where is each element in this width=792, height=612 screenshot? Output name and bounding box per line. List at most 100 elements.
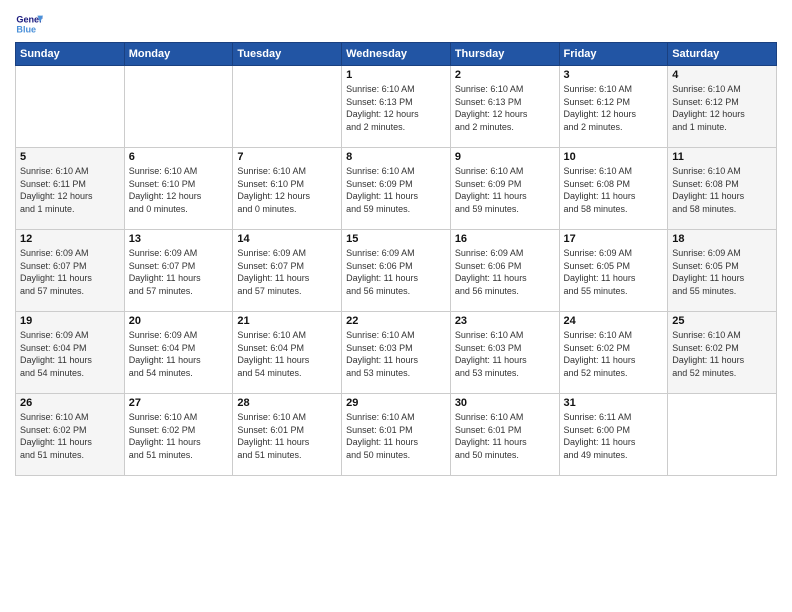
calendar-cell: 4 Sunrise: 6:10 AM Sunset: 6:12 PM Daylig… bbox=[668, 66, 777, 148]
day-number: 28 bbox=[237, 397, 337, 409]
calendar-cell: 9Sunrise: 6:10 AM Sunset: 6:09 PM Daylig… bbox=[450, 148, 559, 230]
calendar-cell: 30 Sunrise: 6:10 AM Sunset: 6:01 PM Dayli… bbox=[450, 394, 559, 476]
day-info: Sunrise: 6:10 AM Sunset: 6:09 PM Dayligh… bbox=[346, 165, 446, 215]
day-info: Sunrise: 6:09 AM Sunset: 6:07 PM Dayligh… bbox=[237, 247, 337, 297]
day-number: 18 bbox=[672, 233, 772, 245]
day-number: 16 bbox=[455, 233, 555, 245]
calendar-cell: 21 Sunrise: 6:10 AM Sunset: 6:04 PM Dayli… bbox=[233, 312, 342, 394]
weekday-header: Tuesday bbox=[233, 43, 342, 66]
day-number: 21 bbox=[237, 315, 337, 327]
calendar-cell: 24Sunrise: 6:10 AM Sunset: 6:02 PM Dayli… bbox=[559, 312, 668, 394]
calendar-cell bbox=[124, 66, 233, 148]
calendar-header-row: SundayMondayTuesdayWednesdayThursdayFrid… bbox=[16, 43, 777, 66]
logo: General Blue bbox=[15, 10, 47, 38]
weekday-header: Saturday bbox=[668, 43, 777, 66]
day-number: 4 bbox=[672, 69, 772, 81]
day-number: 8 bbox=[346, 151, 446, 163]
calendar-cell: 3 Sunrise: 6:10 AM Sunset: 6:12 PM Daylig… bbox=[559, 66, 668, 148]
day-info: Sunrise: 6:10 AM Sunset: 6:04 PM Dayligh… bbox=[237, 329, 337, 379]
day-info: Sunrise: 6:10 AM Sunset: 6:12 PM Dayligh… bbox=[672, 83, 772, 133]
day-number: 14 bbox=[237, 233, 337, 245]
day-info: Sunrise: 6:10 AM Sunset: 6:11 PM Dayligh… bbox=[20, 165, 120, 215]
day-number: 3 bbox=[564, 69, 664, 81]
calendar-body: 1Sunrise: 6:10 AM Sunset: 6:13 PM Daylig… bbox=[16, 66, 777, 476]
day-number: 19 bbox=[20, 315, 120, 327]
calendar-cell: 22Sunrise: 6:10 AM Sunset: 6:03 PM Dayli… bbox=[342, 312, 451, 394]
calendar-week-row: 1Sunrise: 6:10 AM Sunset: 6:13 PM Daylig… bbox=[16, 66, 777, 148]
day-info: Sunrise: 6:10 AM Sunset: 6:02 PM Dayligh… bbox=[672, 329, 772, 379]
calendar-cell bbox=[16, 66, 125, 148]
day-number: 9 bbox=[455, 151, 555, 163]
day-info: Sunrise: 6:10 AM Sunset: 6:02 PM Dayligh… bbox=[129, 411, 229, 461]
day-info: Sunrise: 6:09 AM Sunset: 6:05 PM Dayligh… bbox=[564, 247, 664, 297]
day-info: Sunrise: 6:10 AM Sunset: 6:03 PM Dayligh… bbox=[455, 329, 555, 379]
calendar-cell: 6 Sunrise: 6:10 AM Sunset: 6:10 PM Daylig… bbox=[124, 148, 233, 230]
calendar-cell: 5 Sunrise: 6:10 AM Sunset: 6:11 PM Daylig… bbox=[16, 148, 125, 230]
calendar-cell: 8 Sunrise: 6:10 AM Sunset: 6:09 PM Daylig… bbox=[342, 148, 451, 230]
calendar-cell: 29 Sunrise: 6:10 AM Sunset: 6:01 PM Dayli… bbox=[342, 394, 451, 476]
weekday-header: Sunday bbox=[16, 43, 125, 66]
day-number: 30 bbox=[455, 397, 555, 409]
day-number: 12 bbox=[20, 233, 120, 245]
weekday-header: Thursday bbox=[450, 43, 559, 66]
day-number: 5 bbox=[20, 151, 120, 163]
day-number: 15 bbox=[346, 233, 446, 245]
weekday-header: Monday bbox=[124, 43, 233, 66]
calendar-cell bbox=[233, 66, 342, 148]
day-info: Sunrise: 6:11 AM Sunset: 6:00 PM Dayligh… bbox=[564, 411, 664, 461]
calendar-cell: 12Sunrise: 6:09 AM Sunset: 6:07 PM Dayli… bbox=[16, 230, 125, 312]
day-info: Sunrise: 6:10 AM Sunset: 6:02 PM Dayligh… bbox=[20, 411, 120, 461]
day-number: 23 bbox=[455, 315, 555, 327]
day-number: 11 bbox=[672, 151, 772, 163]
calendar-cell: 10 Sunrise: 6:10 AM Sunset: 6:08 PM Dayli… bbox=[559, 148, 668, 230]
day-info: Sunrise: 6:09 AM Sunset: 6:06 PM Dayligh… bbox=[455, 247, 555, 297]
calendar-cell: 2 Sunrise: 6:10 AM Sunset: 6:13 PM Daylig… bbox=[450, 66, 559, 148]
day-info: Sunrise: 6:10 AM Sunset: 6:01 PM Dayligh… bbox=[237, 411, 337, 461]
calendar-cell: 16 Sunrise: 6:09 AM Sunset: 6:06 PM Dayli… bbox=[450, 230, 559, 312]
calendar-cell: 20Sunrise: 6:09 AM Sunset: 6:04 PM Dayli… bbox=[124, 312, 233, 394]
weekday-header: Wednesday bbox=[342, 43, 451, 66]
day-info: Sunrise: 6:10 AM Sunset: 6:13 PM Dayligh… bbox=[455, 83, 555, 133]
day-info: Sunrise: 6:10 AM Sunset: 6:01 PM Dayligh… bbox=[455, 411, 555, 461]
day-number: 2 bbox=[455, 69, 555, 81]
day-info: Sunrise: 6:10 AM Sunset: 6:10 PM Dayligh… bbox=[129, 165, 229, 215]
day-info: Sunrise: 6:10 AM Sunset: 6:12 PM Dayligh… bbox=[564, 83, 664, 133]
day-info: Sunrise: 6:10 AM Sunset: 6:01 PM Dayligh… bbox=[346, 411, 446, 461]
day-info: Sunrise: 6:10 AM Sunset: 6:08 PM Dayligh… bbox=[564, 165, 664, 215]
logo-icon: General Blue bbox=[15, 10, 43, 38]
day-info: Sunrise: 6:10 AM Sunset: 6:13 PM Dayligh… bbox=[346, 83, 446, 133]
day-info: Sunrise: 6:09 AM Sunset: 6:05 PM Dayligh… bbox=[672, 247, 772, 297]
day-number: 10 bbox=[564, 151, 664, 163]
calendar-cell: 28 Sunrise: 6:10 AM Sunset: 6:01 PM Dayli… bbox=[233, 394, 342, 476]
day-info: Sunrise: 6:10 AM Sunset: 6:08 PM Dayligh… bbox=[672, 165, 772, 215]
day-info: Sunrise: 6:09 AM Sunset: 6:07 PM Dayligh… bbox=[129, 247, 229, 297]
day-info: Sunrise: 6:09 AM Sunset: 6:04 PM Dayligh… bbox=[129, 329, 229, 379]
day-number: 6 bbox=[129, 151, 229, 163]
calendar-cell: 1Sunrise: 6:10 AM Sunset: 6:13 PM Daylig… bbox=[342, 66, 451, 148]
calendar-cell: 25 Sunrise: 6:10 AM Sunset: 6:02 PM Dayli… bbox=[668, 312, 777, 394]
day-number: 7 bbox=[237, 151, 337, 163]
calendar-cell: 23 Sunrise: 6:10 AM Sunset: 6:03 PM Dayli… bbox=[450, 312, 559, 394]
day-info: Sunrise: 6:09 AM Sunset: 6:06 PM Dayligh… bbox=[346, 247, 446, 297]
svg-text:Blue: Blue bbox=[16, 24, 36, 34]
day-number: 25 bbox=[672, 315, 772, 327]
weekday-header: Friday bbox=[559, 43, 668, 66]
calendar-cell: 13Sunrise: 6:09 AM Sunset: 6:07 PM Dayli… bbox=[124, 230, 233, 312]
calendar-cell: 14 Sunrise: 6:09 AM Sunset: 6:07 PM Dayli… bbox=[233, 230, 342, 312]
calendar-week-row: 19 Sunrise: 6:09 AM Sunset: 6:04 PM Dayli… bbox=[16, 312, 777, 394]
calendar-week-row: 5 Sunrise: 6:10 AM Sunset: 6:11 PM Daylig… bbox=[16, 148, 777, 230]
day-number: 27 bbox=[129, 397, 229, 409]
day-number: 31 bbox=[564, 397, 664, 409]
day-number: 22 bbox=[346, 315, 446, 327]
page-header: General Blue bbox=[15, 10, 777, 38]
day-number: 24 bbox=[564, 315, 664, 327]
day-number: 29 bbox=[346, 397, 446, 409]
calendar-cell: 27 Sunrise: 6:10 AM Sunset: 6:02 PM Dayli… bbox=[124, 394, 233, 476]
calendar-cell: 18 Sunrise: 6:09 AM Sunset: 6:05 PM Dayli… bbox=[668, 230, 777, 312]
calendar-cell: 19Sunrise: 6:09 AM Sunset: 6:04 PM Dayli… bbox=[16, 312, 125, 394]
calendar-cell bbox=[668, 394, 777, 476]
day-number: 26 bbox=[20, 397, 120, 409]
calendar-cell: 11 Sunrise: 6:10 AM Sunset: 6:08 PM Dayli… bbox=[668, 148, 777, 230]
calendar-week-row: 26 Sunrise: 6:10 AM Sunset: 6:02 PM Dayli… bbox=[16, 394, 777, 476]
calendar-cell: 17Sunrise: 6:09 AM Sunset: 6:05 PM Dayli… bbox=[559, 230, 668, 312]
